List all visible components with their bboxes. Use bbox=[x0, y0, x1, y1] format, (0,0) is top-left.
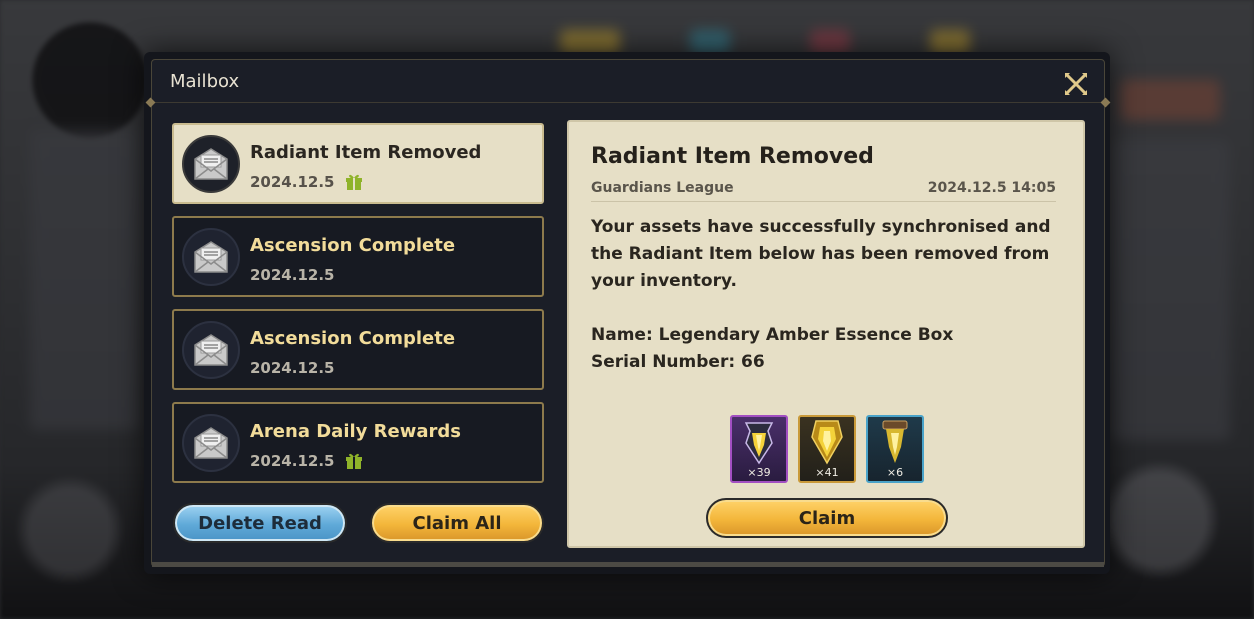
close-button[interactable] bbox=[1064, 72, 1088, 96]
detail-serial-number: Serial Number: 66 bbox=[591, 352, 765, 372]
reward-count: ×41 bbox=[815, 466, 839, 479]
mail-date: 2024.12.5 bbox=[250, 266, 335, 284]
mail-title: Radiant Item Removed bbox=[250, 142, 482, 163]
reward-count: ×39 bbox=[747, 466, 771, 479]
claim-button[interactable]: Claim bbox=[706, 498, 948, 538]
gift-icon bbox=[344, 171, 364, 191]
envelope-icon bbox=[182, 228, 240, 286]
amber-essence-gold-icon bbox=[811, 420, 843, 465]
detail-item-name: Name: Legendary Amber Essence Box bbox=[591, 325, 954, 345]
mail-date: 2024.12.5 bbox=[250, 452, 335, 470]
close-icon bbox=[1065, 73, 1087, 95]
reward-item[interactable]: ×41 bbox=[798, 415, 856, 483]
reward-count: ×6 bbox=[886, 466, 904, 479]
mail-title: Arena Daily Rewards bbox=[250, 421, 461, 442]
detail-timestamp: 2024.12.5 14:05 bbox=[927, 180, 1056, 196]
mail-date: 2024.12.5 bbox=[250, 173, 335, 191]
mail-list-item[interactable]: Ascension Complete 2024.12.5 bbox=[172, 309, 544, 390]
claim-all-button[interactable]: Claim All bbox=[370, 503, 544, 543]
detail-title: Radiant Item Removed bbox=[591, 144, 874, 169]
window-title: Mailbox bbox=[170, 71, 240, 92]
detail-body: Your assets have successfully synchronis… bbox=[591, 214, 1071, 376]
mail-date: 2024.12.5 bbox=[250, 359, 335, 377]
amber-essence-blue-icon bbox=[882, 420, 908, 463]
reward-item[interactable]: ×6 bbox=[866, 415, 924, 483]
amber-essence-purple-icon bbox=[744, 422, 774, 465]
mail-title: Ascension Complete bbox=[250, 328, 456, 349]
mailbox-window: Mailbox Radiant Item Removed 2024.12.5 A… bbox=[145, 59, 1111, 567]
detail-divider bbox=[591, 201, 1056, 202]
envelope-icon bbox=[182, 321, 240, 379]
title-divider bbox=[152, 102, 1104, 103]
mail-list-item[interactable]: Radiant Item Removed 2024.12.5 bbox=[172, 123, 544, 204]
mail-list: Radiant Item Removed 2024.12.5 Ascension… bbox=[172, 123, 544, 495]
mail-detail-panel: Radiant Item Removed Guardians League 20… bbox=[567, 120, 1085, 548]
detail-message: Your assets have successfully synchronis… bbox=[591, 217, 1051, 291]
mail-list-item[interactable]: Arena Daily Rewards 2024.12.5 bbox=[172, 402, 544, 483]
delete-read-button[interactable]: Delete Read bbox=[173, 503, 347, 543]
reward-item[interactable]: ×39 bbox=[730, 415, 788, 483]
envelope-icon bbox=[182, 414, 240, 472]
envelope-icon bbox=[182, 135, 240, 193]
detail-sender: Guardians League bbox=[591, 180, 734, 196]
gift-icon bbox=[344, 450, 364, 470]
mail-title: Ascension Complete bbox=[250, 235, 456, 256]
mail-list-item[interactable]: Ascension Complete 2024.12.5 bbox=[172, 216, 544, 297]
